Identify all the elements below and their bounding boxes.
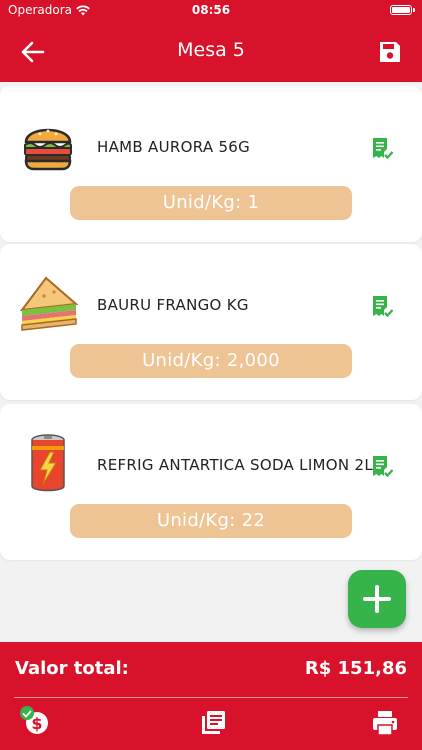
quantity-pill[interactable]: Unid/Kg: 1 — [70, 186, 352, 220]
receipt-check-icon[interactable] — [370, 294, 394, 318]
page-title: Mesa 5 — [177, 39, 245, 61]
total-value: R$ 151,86 — [304, 658, 407, 679]
check-icon — [22, 710, 32, 718]
status-bar: Operadora 08:56 — [0, 0, 422, 22]
receipt-check-icon[interactable] — [370, 454, 394, 478]
item-name: BAURU FRANGO KG — [97, 296, 249, 314]
status-time: 08:56 — [191, 3, 231, 17]
order-item-card[interactable]: HAMB AURORA 56G Unid/Kg: 1 — [0, 86, 422, 242]
receipt-check-icon[interactable] — [370, 136, 394, 160]
soda-can-icon — [31, 434, 65, 492]
battery-icon — [390, 5, 415, 15]
item-name: HAMB AURORA 56G — [97, 138, 251, 156]
nav-bar: Mesa 5 — [0, 22, 422, 82]
total-label: Valor total: — [15, 658, 129, 679]
order-list-icon[interactable] — [198, 708, 228, 738]
quantity-pill[interactable]: Unid/Kg: 2,000 — [70, 344, 352, 378]
quantity-pill[interactable]: Unid/Kg: 22 — [70, 504, 352, 538]
item-name: REFRIG ANTARTICA SODA LIMON 2L — [97, 456, 373, 474]
order-item-card[interactable]: REFRIG ANTARTICA SODA LIMON 2L Unid/Kg: … — [0, 404, 422, 560]
burger-icon — [24, 128, 72, 171]
total-bar: Valor total: R$ 151,86 — [0, 642, 422, 698]
sandwich-icon — [19, 276, 79, 331]
add-item-button[interactable] — [348, 570, 406, 628]
save-icon[interactable] — [378, 40, 402, 64]
bottom-toolbar: $ — [0, 698, 422, 750]
print-icon[interactable] — [370, 708, 400, 738]
order-item-card[interactable]: BAURU FRANGO KG Unid/Kg: 2,000 — [0, 244, 422, 400]
payment-check-badge — [20, 706, 34, 720]
plus-icon — [363, 585, 391, 613]
